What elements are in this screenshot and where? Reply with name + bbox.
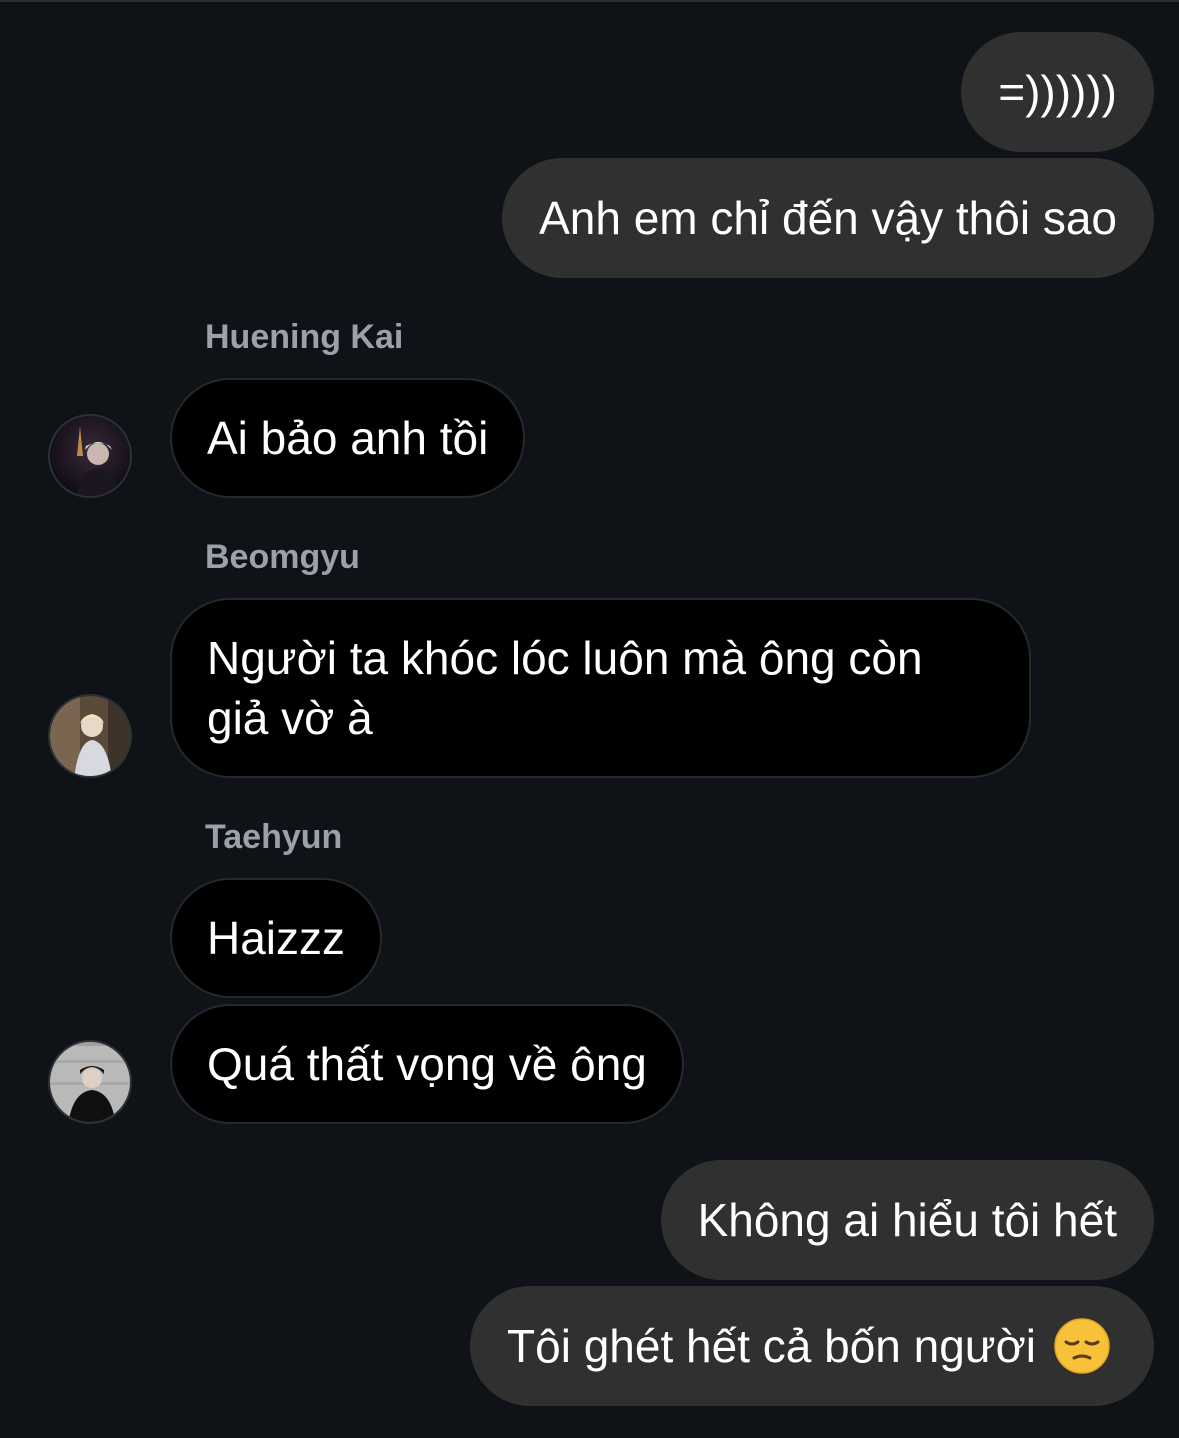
message-bubble-incoming[interactable]: Quá thất vọng về ông	[170, 1004, 684, 1124]
pensive-face-icon	[1054, 1318, 1110, 1374]
message-bubble-outgoing[interactable]: =))))))	[961, 32, 1154, 152]
message-text: =))))))	[998, 66, 1117, 118]
message-text: Tôi ghét hết cả bốn người	[507, 1320, 1036, 1372]
message-text: Ai bảo anh tồi	[207, 412, 489, 464]
message-text: Anh em chỉ đến vậy thôi sao	[539, 192, 1117, 244]
message-bubble-incoming[interactable]: Ai bảo anh tồi	[170, 378, 526, 498]
message-text: Không ai hiểu tôi hết	[697, 1194, 1117, 1246]
message-bubble-incoming[interactable]: Người ta khóc lóc luôn mà ông còn giả vờ…	[170, 598, 1031, 778]
message-bubble-outgoing[interactable]: Anh em chỉ đến vậy thôi sao	[502, 158, 1154, 278]
message-text: Haizzz	[207, 912, 346, 964]
message-bubble-outgoing[interactable]: Tôi ghét hết cả bốn người	[470, 1286, 1154, 1406]
top-divider	[0, 0, 1179, 2]
message-text: Người ta khóc lóc luôn mà ông còn giả vờ…	[207, 632, 923, 744]
message-text: Quá thất vọng về ông	[207, 1038, 647, 1090]
message-bubble-outgoing[interactable]: Không ai hiểu tôi hết	[660, 1160, 1154, 1280]
sender-name: Taehyun	[205, 818, 343, 856]
avatar[interactable]	[48, 694, 132, 778]
sender-name: Huening Kai	[205, 318, 404, 356]
avatar[interactable]	[48, 414, 132, 498]
sender-name: Beomgyu	[205, 538, 360, 576]
message-bubble-incoming[interactable]: Haizzz	[170, 878, 383, 998]
avatar[interactable]	[48, 1040, 132, 1124]
